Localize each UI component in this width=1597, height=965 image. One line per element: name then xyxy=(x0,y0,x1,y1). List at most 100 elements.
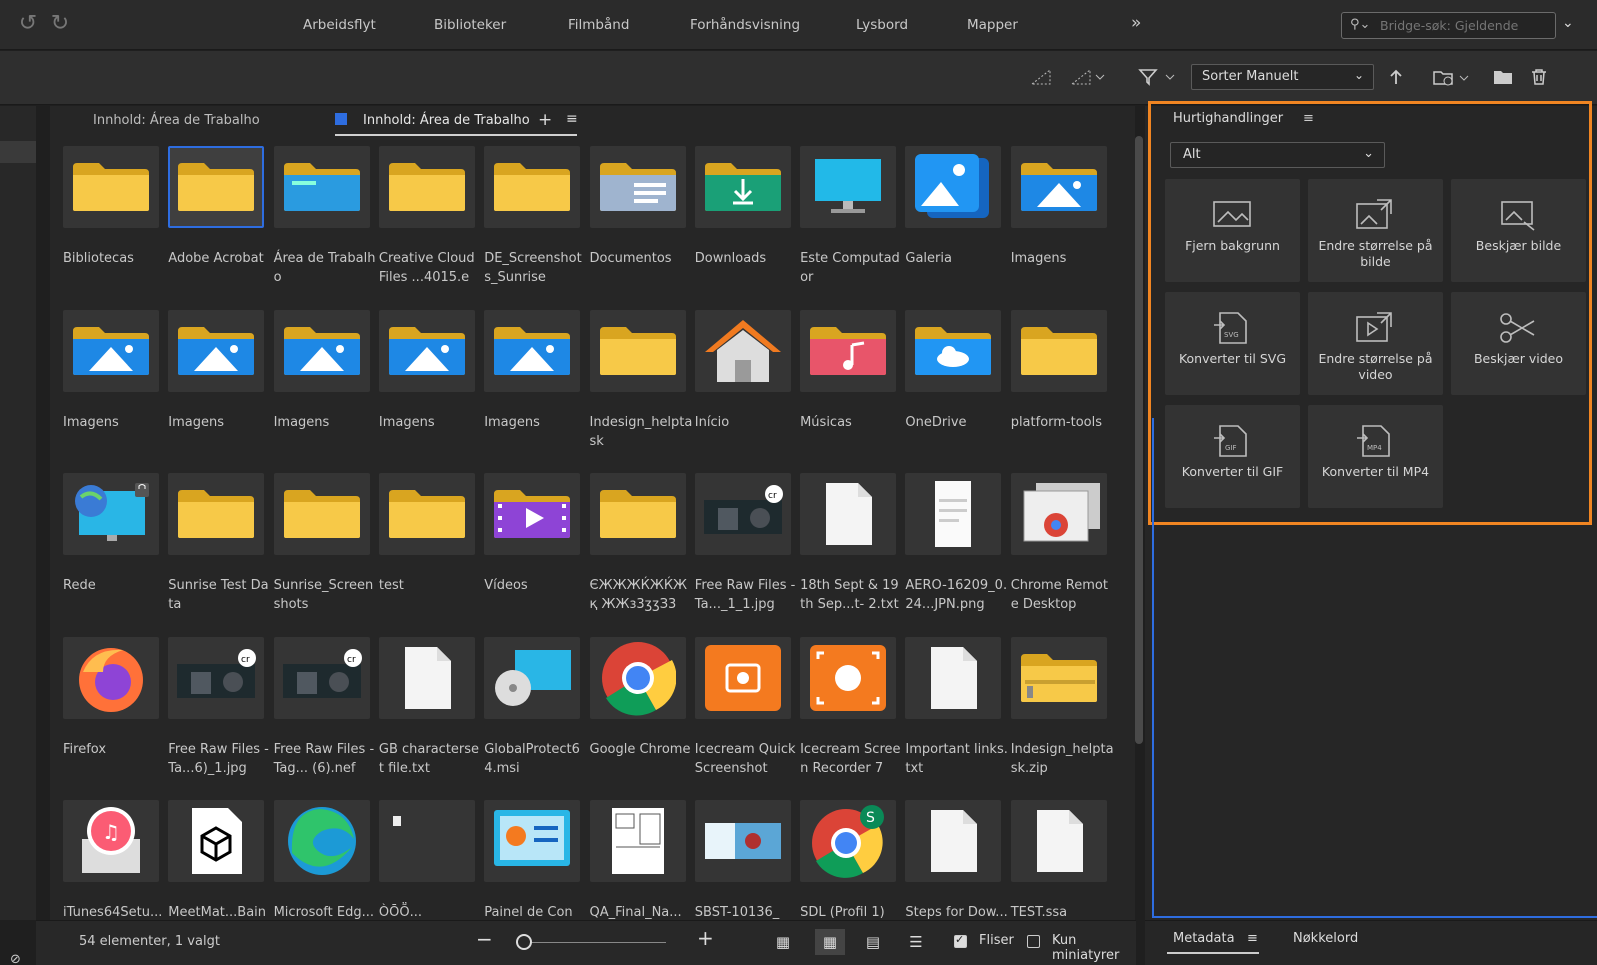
file-tile[interactable]: Imagens xyxy=(273,309,379,470)
gallery-icon xyxy=(905,146,1002,228)
delete-icon[interactable] xyxy=(1530,68,1548,86)
workspace-tab-forhandsvisning[interactable]: Forhåndsvisning xyxy=(690,17,800,33)
file-tile[interactable]: Imagens xyxy=(63,309,168,470)
quick-action-card[interactable]: Beskjær bilde xyxy=(1451,179,1586,282)
file-tile[interactable]: Adobe Acrobat xyxy=(168,146,273,306)
file-tile[interactable]: Indesign_helptask xyxy=(589,309,695,470)
file-tile[interactable]: Início xyxy=(694,309,800,470)
thumbnails-only-label: Kun miniatyrer xyxy=(1052,933,1120,963)
file-tile[interactable]: Sunrise Test Data xyxy=(168,473,273,633)
file-name: Documentos xyxy=(589,251,672,266)
workspace-tab-filmband[interactable]: Filmbånd xyxy=(568,17,629,33)
file-tile[interactable]: test xyxy=(378,473,484,633)
quick-action-card[interactable]: GIF Konverter til GIF xyxy=(1165,405,1300,508)
zoom-in-button[interactable]: + xyxy=(697,926,714,950)
bridge-search[interactable]: ⚲⌄ xyxy=(1341,12,1556,39)
content-panel: Innhold: Área de Trabalho Innhold: Área … xyxy=(50,106,1143,939)
file-tile[interactable]: cr Free Raw Files - Ta...6)_1.jpg xyxy=(168,636,273,797)
folder-icon xyxy=(589,473,686,555)
tiles-checkbox[interactable] xyxy=(954,933,967,948)
workspace-dropdown-icon[interactable]: ⌄ xyxy=(1562,15,1574,31)
file-tile[interactable]: DE_Screenshots_Sunrise xyxy=(484,146,589,306)
panel-menu-icon[interactable]: ≡ xyxy=(566,111,578,127)
thumbnail-size-slider[interactable] xyxy=(516,942,666,943)
filter-icon[interactable] xyxy=(1138,68,1180,86)
file-tile[interactable]: Sunrise_Screenshots xyxy=(273,473,379,633)
sort-ascending-icon[interactable] xyxy=(1389,68,1403,86)
new-folder-icon[interactable] xyxy=(1492,68,1514,86)
file-tile[interactable]: Google Chrome xyxy=(589,636,695,797)
view-list-icon[interactable]: ☰ xyxy=(901,929,931,955)
undo-icon[interactable]: ↺ xyxy=(16,12,40,36)
quick-actions-title[interactable]: Hurtighandlinger xyxy=(1173,111,1283,126)
file-tile[interactable]: Icecream Quick Screenshot xyxy=(694,636,800,797)
view-details-icon[interactable]: ▤ xyxy=(858,929,888,955)
file-tile[interactable]: Área de Trabalho xyxy=(273,146,379,306)
firefox-icon xyxy=(63,636,159,719)
file-tile[interactable]: cr Free Raw Files - Tag... (6).nef xyxy=(273,636,379,797)
chrome-remote-desktop-icon xyxy=(1010,473,1107,555)
file-tile[interactable]: Rede xyxy=(63,473,168,633)
file-tile[interactable]: Important links.txt xyxy=(905,636,1010,797)
quick-action-card[interactable]: Fjern bakgrunn xyxy=(1165,179,1300,282)
file-tile[interactable]: Bibliotecas xyxy=(63,146,168,306)
rating-filter-icon[interactable] xyxy=(1070,68,1108,86)
panel-menu-icon[interactable]: ≡ xyxy=(1303,111,1314,126)
edge-icon xyxy=(273,800,370,882)
file-tile[interactable]: Galeria xyxy=(905,146,1010,306)
slider-handle[interactable] xyxy=(516,934,532,950)
workspace-tab-lysbord[interactable]: Lysbord xyxy=(856,17,908,33)
file-tile[interactable]: Creative Cloud Files ...4015.e xyxy=(378,146,484,306)
file-tile[interactable]: Imagens xyxy=(378,309,484,470)
add-tab-icon[interactable]: + xyxy=(538,110,552,130)
search-input[interactable] xyxy=(1380,15,1550,36)
file-tile[interactable]: Este Computador xyxy=(800,146,905,306)
workspace-tab-arbeidsflyt[interactable]: Arbeidsflyt xyxy=(303,17,376,33)
more-workspaces-button[interactable]: » xyxy=(1131,13,1141,33)
quick-action-card[interactable]: MP4 Konverter til MP4 xyxy=(1308,405,1443,508)
file-tile[interactable]: Vídeos xyxy=(484,473,589,633)
file-tile[interactable]: GB characterset file.txt xyxy=(378,636,484,797)
file-tile[interactable]: Downloads xyxy=(694,146,800,306)
grid-lock-icon[interactable]: ▦ xyxy=(768,929,798,955)
file-tile[interactable]: Indesign_helptask.zip xyxy=(1010,636,1116,797)
open-recent-folder-icon[interactable] xyxy=(1432,68,1472,88)
file-tile[interactable]: cr Free Raw Files - Ta..._1_1.jpg xyxy=(694,473,800,633)
view-thumbnails-icon[interactable]: ▦ xyxy=(815,929,845,955)
file-tile[interactable]: OneDrive xyxy=(905,309,1010,470)
file-tile[interactable]: AERO-16209_0.24...JPN.png xyxy=(905,473,1010,633)
file-tile[interactable]: platform-tools xyxy=(1010,309,1116,470)
tab-keywords[interactable]: Nøkkelord xyxy=(1293,931,1358,946)
file-name: Vídeos xyxy=(484,578,528,593)
zoom-out-button[interactable]: − xyxy=(476,927,493,951)
redo-icon[interactable]: ↻ xyxy=(48,12,72,36)
tab-content-1[interactable]: Innhold: Área de Trabalho xyxy=(93,113,260,128)
file-name: GB characterset file.txt xyxy=(378,741,480,776)
file-tile[interactable]: Documentos xyxy=(589,146,695,306)
folder-icon xyxy=(484,146,581,228)
file-tile[interactable]: Imagens xyxy=(168,309,273,470)
file-tile[interactable]: Icecream Screen Recorder 7 xyxy=(800,636,905,797)
file-name: Imagens xyxy=(484,414,540,430)
content-scrollbar[interactable] xyxy=(1135,136,1143,744)
quick-action-card[interactable]: Beskjær video xyxy=(1451,292,1586,395)
file-tile[interactable]: GlobalProtect64.msi xyxy=(484,636,589,797)
quality-icon[interactable] xyxy=(1030,68,1052,86)
tab-content-2[interactable]: Innhold: Área de Trabalho xyxy=(335,113,530,133)
file-tile[interactable]: Músicas xyxy=(800,309,905,470)
quick-action-card[interactable]: Endre størrelse på bilde xyxy=(1308,179,1443,282)
workspace-tab-mapper[interactable]: Mapper xyxy=(967,17,1018,33)
thumbnails-only-checkbox[interactable] xyxy=(1027,935,1040,948)
tab-metadata[interactable]: Metadata ≡ xyxy=(1173,931,1258,946)
file-tile[interactable]: Imagens xyxy=(1010,146,1116,306)
file-tile[interactable]: Imagens xyxy=(484,309,589,470)
quick-action-card[interactable]: SVG Konverter til SVG xyxy=(1165,292,1300,395)
file-tile[interactable]: Chrome Remote Desktop xyxy=(1010,473,1116,633)
sort-select[interactable]: Sorter Manuelt ⌄ xyxy=(1191,64,1374,90)
file-tile[interactable]: ЄЖЖЖЌЖЌЖқ ЖЖз3ʒӡЗ3 xyxy=(589,473,695,633)
workspace-tab-biblioteker[interactable]: Biblioteker xyxy=(434,17,506,33)
quick-action-card[interactable]: Endre størrelse på video xyxy=(1308,292,1443,395)
quick-actions-filter[interactable]: Alt ⌄ xyxy=(1170,142,1385,168)
file-tile[interactable]: 18th Sept & 19th Sep...t- 2.txt xyxy=(800,473,905,633)
file-tile[interactable]: Firefox xyxy=(63,636,168,797)
